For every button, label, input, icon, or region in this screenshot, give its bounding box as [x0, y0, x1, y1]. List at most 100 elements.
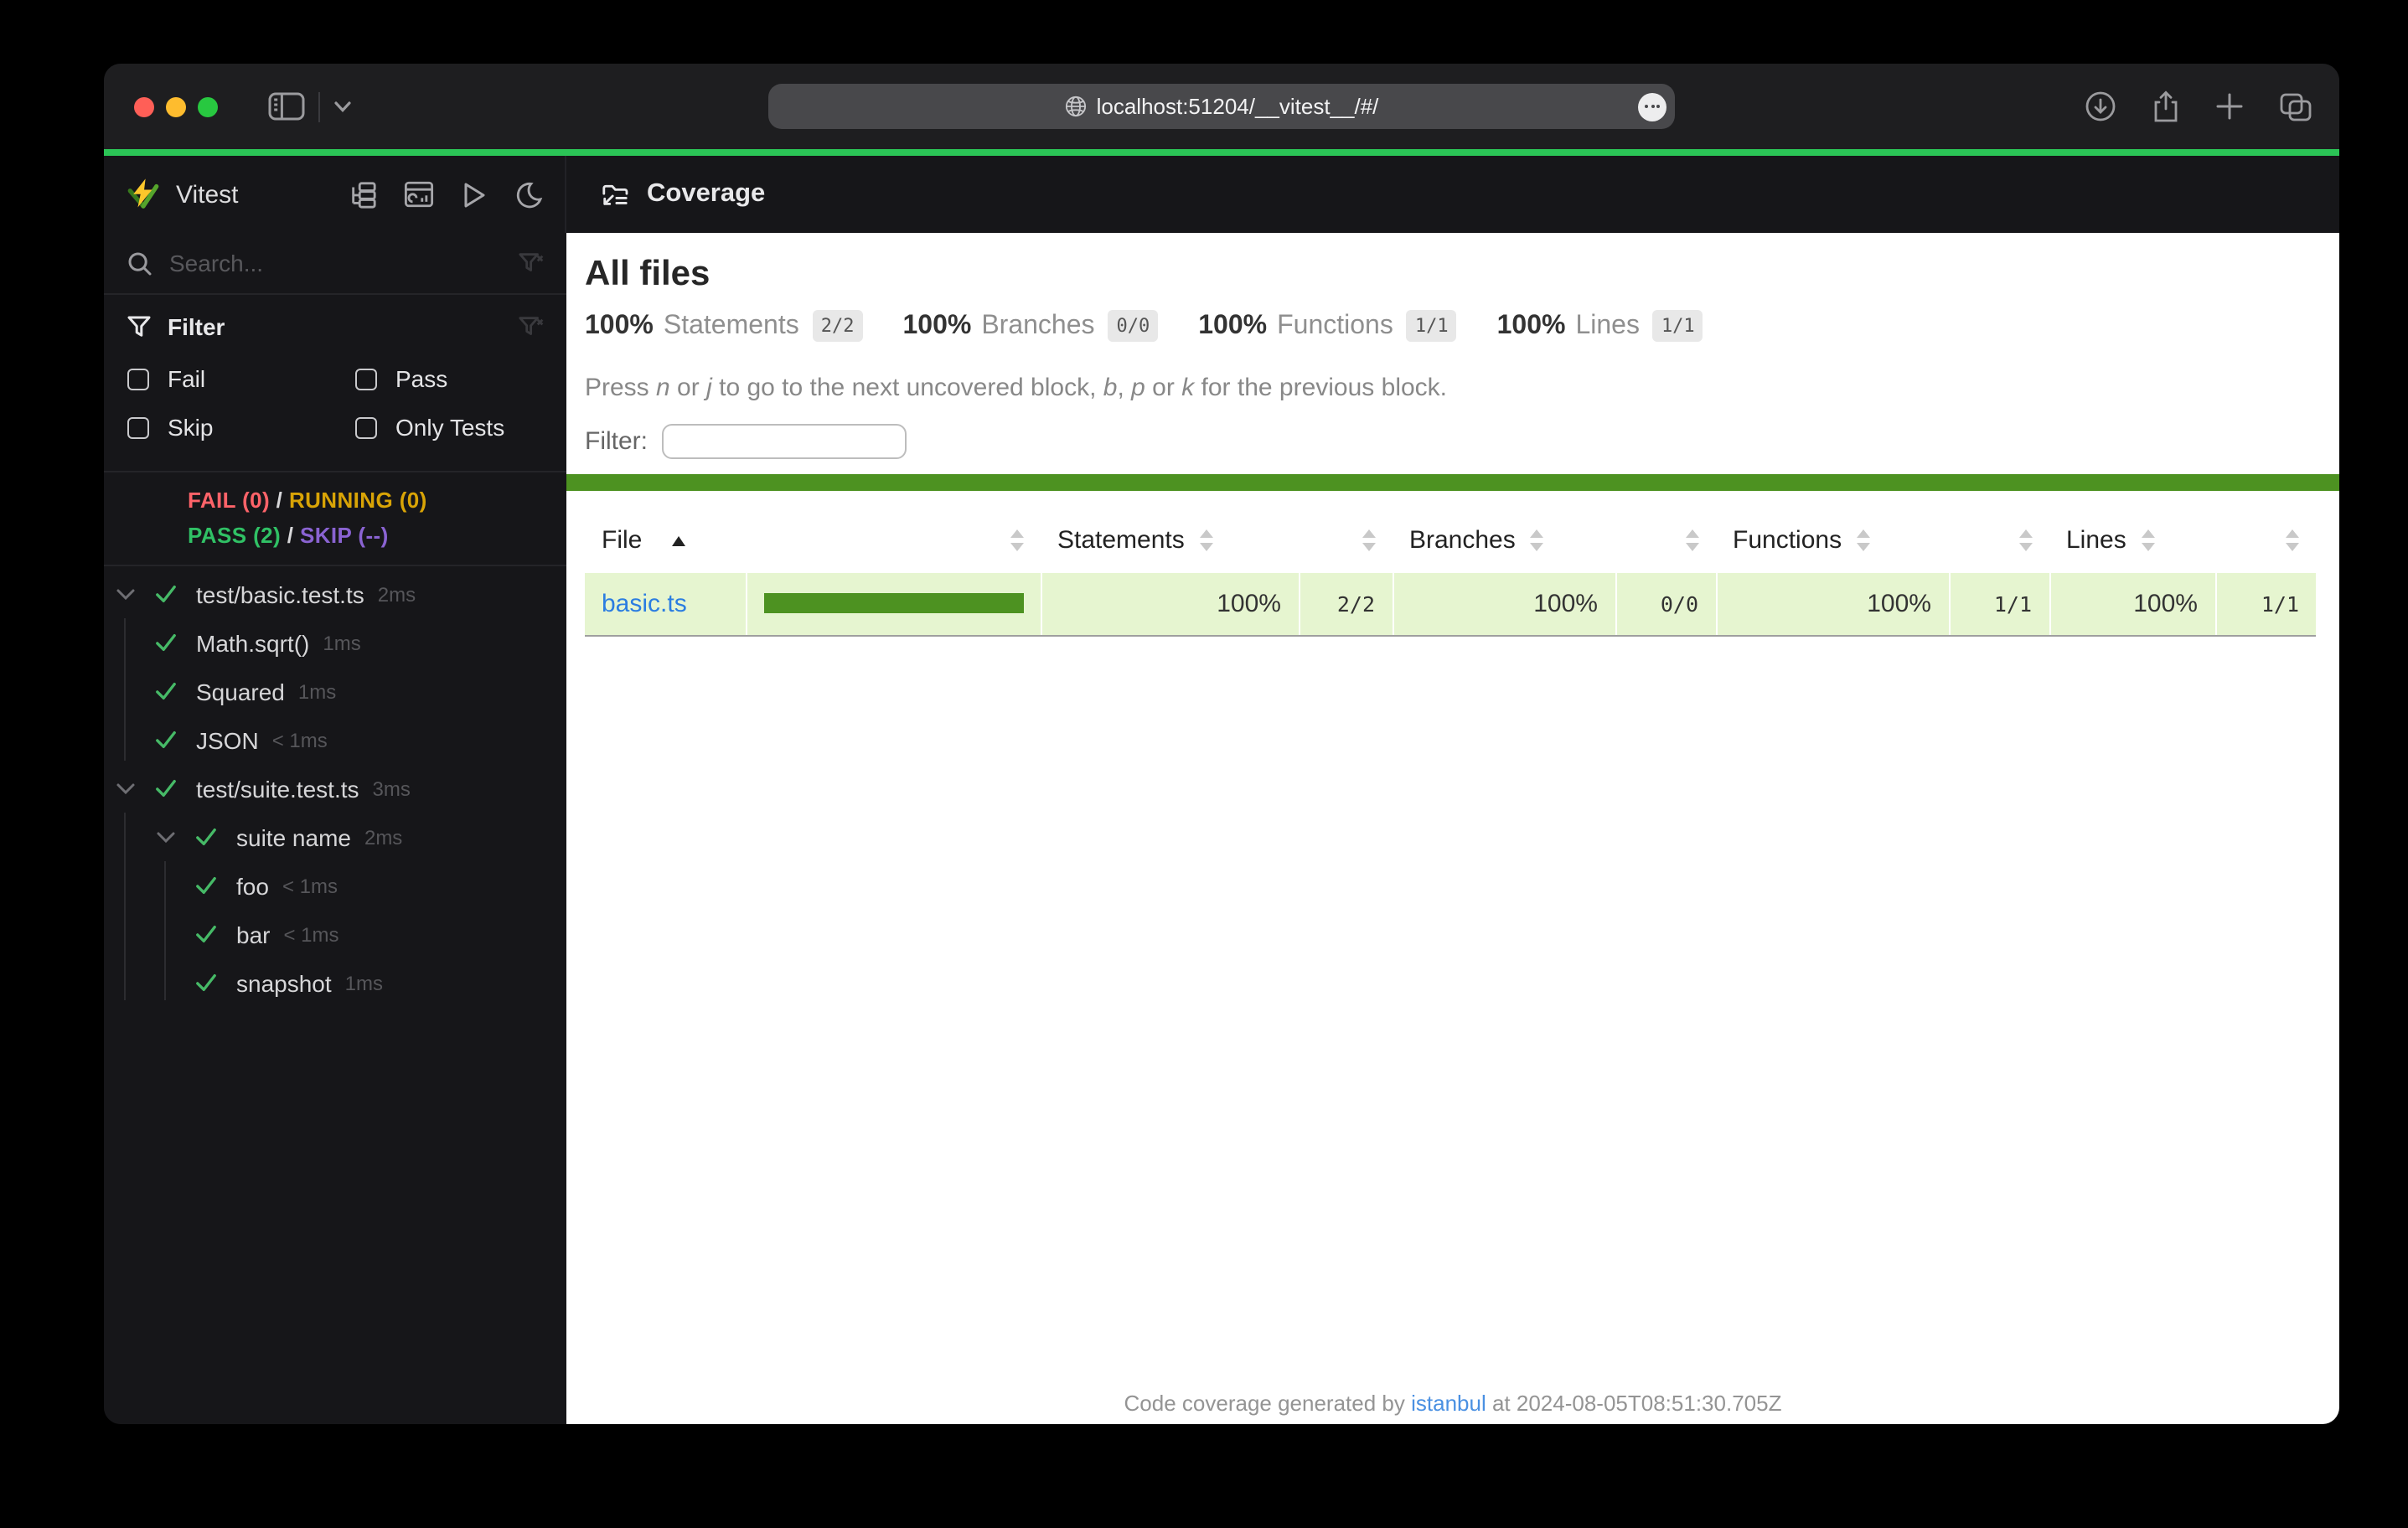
- sorter-icon[interactable]: [1200, 530, 1213, 552]
- clear-search-filter-icon[interactable]: [518, 250, 545, 276]
- column-header-lines[interactable]: Lines: [2049, 511, 2215, 571]
- tab-overview-icon[interactable]: [2279, 91, 2312, 121]
- pass-check-icon: [193, 923, 220, 945]
- downloads-icon[interactable]: [2085, 90, 2116, 122]
- close-window-button[interactable]: [134, 96, 154, 116]
- tree-row-test[interactable]: JSON < 1ms: [104, 715, 566, 764]
- filter-checkbox-fail[interactable]: Fail: [127, 365, 355, 392]
- lines-pct-cell: 100%: [2049, 571, 2215, 635]
- sorter-icon[interactable]: [1362, 530, 1376, 552]
- zoom-window-button[interactable]: [198, 96, 218, 116]
- search-input[interactable]: [169, 250, 454, 276]
- url-text: localhost:51204/__vitest__/#/: [1097, 94, 1379, 119]
- lines-frac-cell: 1/1: [2215, 571, 2316, 635]
- column-header-statements-raw[interactable]: [1299, 511, 1393, 571]
- keyboard-hint: Press n or j to go to the next uncovered…: [585, 374, 2339, 402]
- sort-asc-icon: [672, 536, 685, 546]
- checkbox-icon[interactable]: [127, 416, 149, 438]
- coverage-footer: Code coverage generated by istanbul at 2…: [566, 1391, 2339, 1416]
- file-link[interactable]: basic.ts: [602, 589, 687, 617]
- filter-checkbox-only-tests[interactable]: Only Tests: [355, 414, 543, 441]
- pass-check-icon: [152, 777, 179, 799]
- share-icon[interactable]: [2152, 90, 2180, 123]
- coverage-filter-row: Filter:: [585, 424, 2339, 459]
- run-all-icon[interactable]: [461, 180, 488, 209]
- sidebar-toggle-icon[interactable]: [268, 92, 305, 121]
- branches-pct-cell: 100%: [1393, 571, 1615, 635]
- tests-tree-view-icon[interactable]: [349, 180, 377, 209]
- coverage-tab-title: Coverage: [647, 179, 765, 209]
- tree-row-test[interactable]: Math.sqrt() 1ms: [104, 618, 566, 667]
- tree-guide-line: [124, 813, 126, 1000]
- chevron-down-icon[interactable]: [152, 830, 179, 844]
- tree-row-file[interactable]: test/basic.test.ts 2ms: [104, 570, 566, 618]
- istanbul-link[interactable]: istanbul: [1411, 1391, 1486, 1416]
- functions-frac-cell: 1/1: [1949, 571, 2049, 635]
- column-header-lines-raw[interactable]: [2215, 511, 2316, 571]
- dark-mode-icon[interactable]: [514, 180, 543, 209]
- checkbox-icon[interactable]: [127, 368, 149, 390]
- address-bar[interactable]: localhost:51204/__vitest__/#/: [768, 84, 1675, 129]
- vitest-header: Vitest: [104, 156, 566, 233]
- sorter-icon[interactable]: [1010, 530, 1024, 552]
- table-row: basic.ts 100% 2/2 100% 0/0 100% 1/1 100%…: [585, 571, 2316, 635]
- pass-check-icon: [152, 583, 179, 605]
- chart-cell: [746, 571, 1041, 635]
- skip-count: SKIP (--): [300, 523, 389, 548]
- summary-functions: 100% Functions 1/1: [1198, 310, 1456, 342]
- coverage-filter-input[interactable]: [661, 424, 906, 459]
- column-header-statements[interactable]: Statements: [1041, 511, 1299, 571]
- checkbox-icon[interactable]: [355, 368, 377, 390]
- column-header-functions-raw[interactable]: [1949, 511, 2049, 571]
- minimize-window-button[interactable]: [166, 96, 186, 116]
- pass-check-icon: [152, 632, 179, 653]
- browser-window: localhost:51204/__vitest__/#/: [104, 64, 2339, 1424]
- sorter-icon[interactable]: [2142, 530, 2155, 552]
- checkbox-icon[interactable]: [355, 416, 377, 438]
- tree-row-file[interactable]: test/suite.test.ts 3ms: [104, 764, 566, 813]
- functions-pct-cell: 100%: [1716, 571, 1949, 635]
- column-header-branches-raw[interactable]: [1615, 511, 1716, 571]
- run-status-summary: FAIL (0) / RUNNING (0) PASS (2) / SKIP (…: [104, 471, 566, 566]
- column-header-file[interactable]: File: [585, 511, 746, 571]
- tree-row-suite[interactable]: suite name 2ms: [104, 813, 566, 861]
- filter-section: Filter Fail: [104, 295, 566, 447]
- file-cell: basic.ts: [585, 571, 746, 635]
- toolbar-divider: [318, 91, 320, 121]
- tree-row-test[interactable]: bar < 1ms: [104, 910, 566, 958]
- column-header-chart[interactable]: [746, 511, 1041, 571]
- search-icon: [127, 250, 152, 276]
- chevron-down-icon[interactable]: [112, 587, 139, 601]
- fraction-badge: 1/1: [1653, 310, 1703, 342]
- chevron-down-icon[interactable]: [333, 100, 352, 113]
- sorter-icon[interactable]: [1531, 530, 1544, 552]
- sorter-icon[interactable]: [2019, 530, 2033, 552]
- coverage-table: File Statements Branches Functions Lines: [585, 511, 2316, 636]
- filter-checkbox-skip[interactable]: Skip: [127, 414, 355, 441]
- column-header-branches[interactable]: Branches: [1393, 511, 1615, 571]
- vitest-sidebar: Filter Fail: [104, 233, 566, 1424]
- tree-guide-line: [124, 618, 126, 761]
- test-tree: test/basic.test.ts 2ms Math.sqrt() 1ms S…: [104, 566, 566, 1007]
- summary-lines: 100% Lines 1/1: [1497, 310, 1703, 342]
- chevron-down-icon[interactable]: [112, 782, 139, 795]
- sorter-icon[interactable]: [2286, 530, 2299, 552]
- pass-check-icon: [152, 729, 179, 751]
- tree-row-test[interactable]: snapshot 1ms: [104, 958, 566, 1007]
- page-title: All files: [585, 255, 2339, 295]
- dashboard-icon[interactable]: [404, 181, 434, 208]
- funnel-icon: [127, 315, 151, 338]
- tree-row-test[interactable]: Squared 1ms: [104, 667, 566, 715]
- filter-title: Filter: [168, 313, 225, 340]
- new-tab-icon[interactable]: [2215, 92, 2244, 121]
- fail-count: FAIL (0): [188, 488, 270, 513]
- filter-checkbox-pass[interactable]: Pass: [355, 365, 543, 392]
- pass-check-icon: [193, 826, 220, 848]
- app-title: Vitest: [176, 180, 239, 209]
- sorter-icon[interactable]: [1686, 530, 1699, 552]
- column-header-functions[interactable]: Functions: [1716, 511, 1949, 571]
- tree-row-test[interactable]: foo < 1ms: [104, 861, 566, 910]
- clear-filter-icon[interactable]: [518, 314, 545, 339]
- page-menu-button[interactable]: [1638, 92, 1666, 121]
- sorter-icon[interactable]: [1857, 530, 1870, 552]
